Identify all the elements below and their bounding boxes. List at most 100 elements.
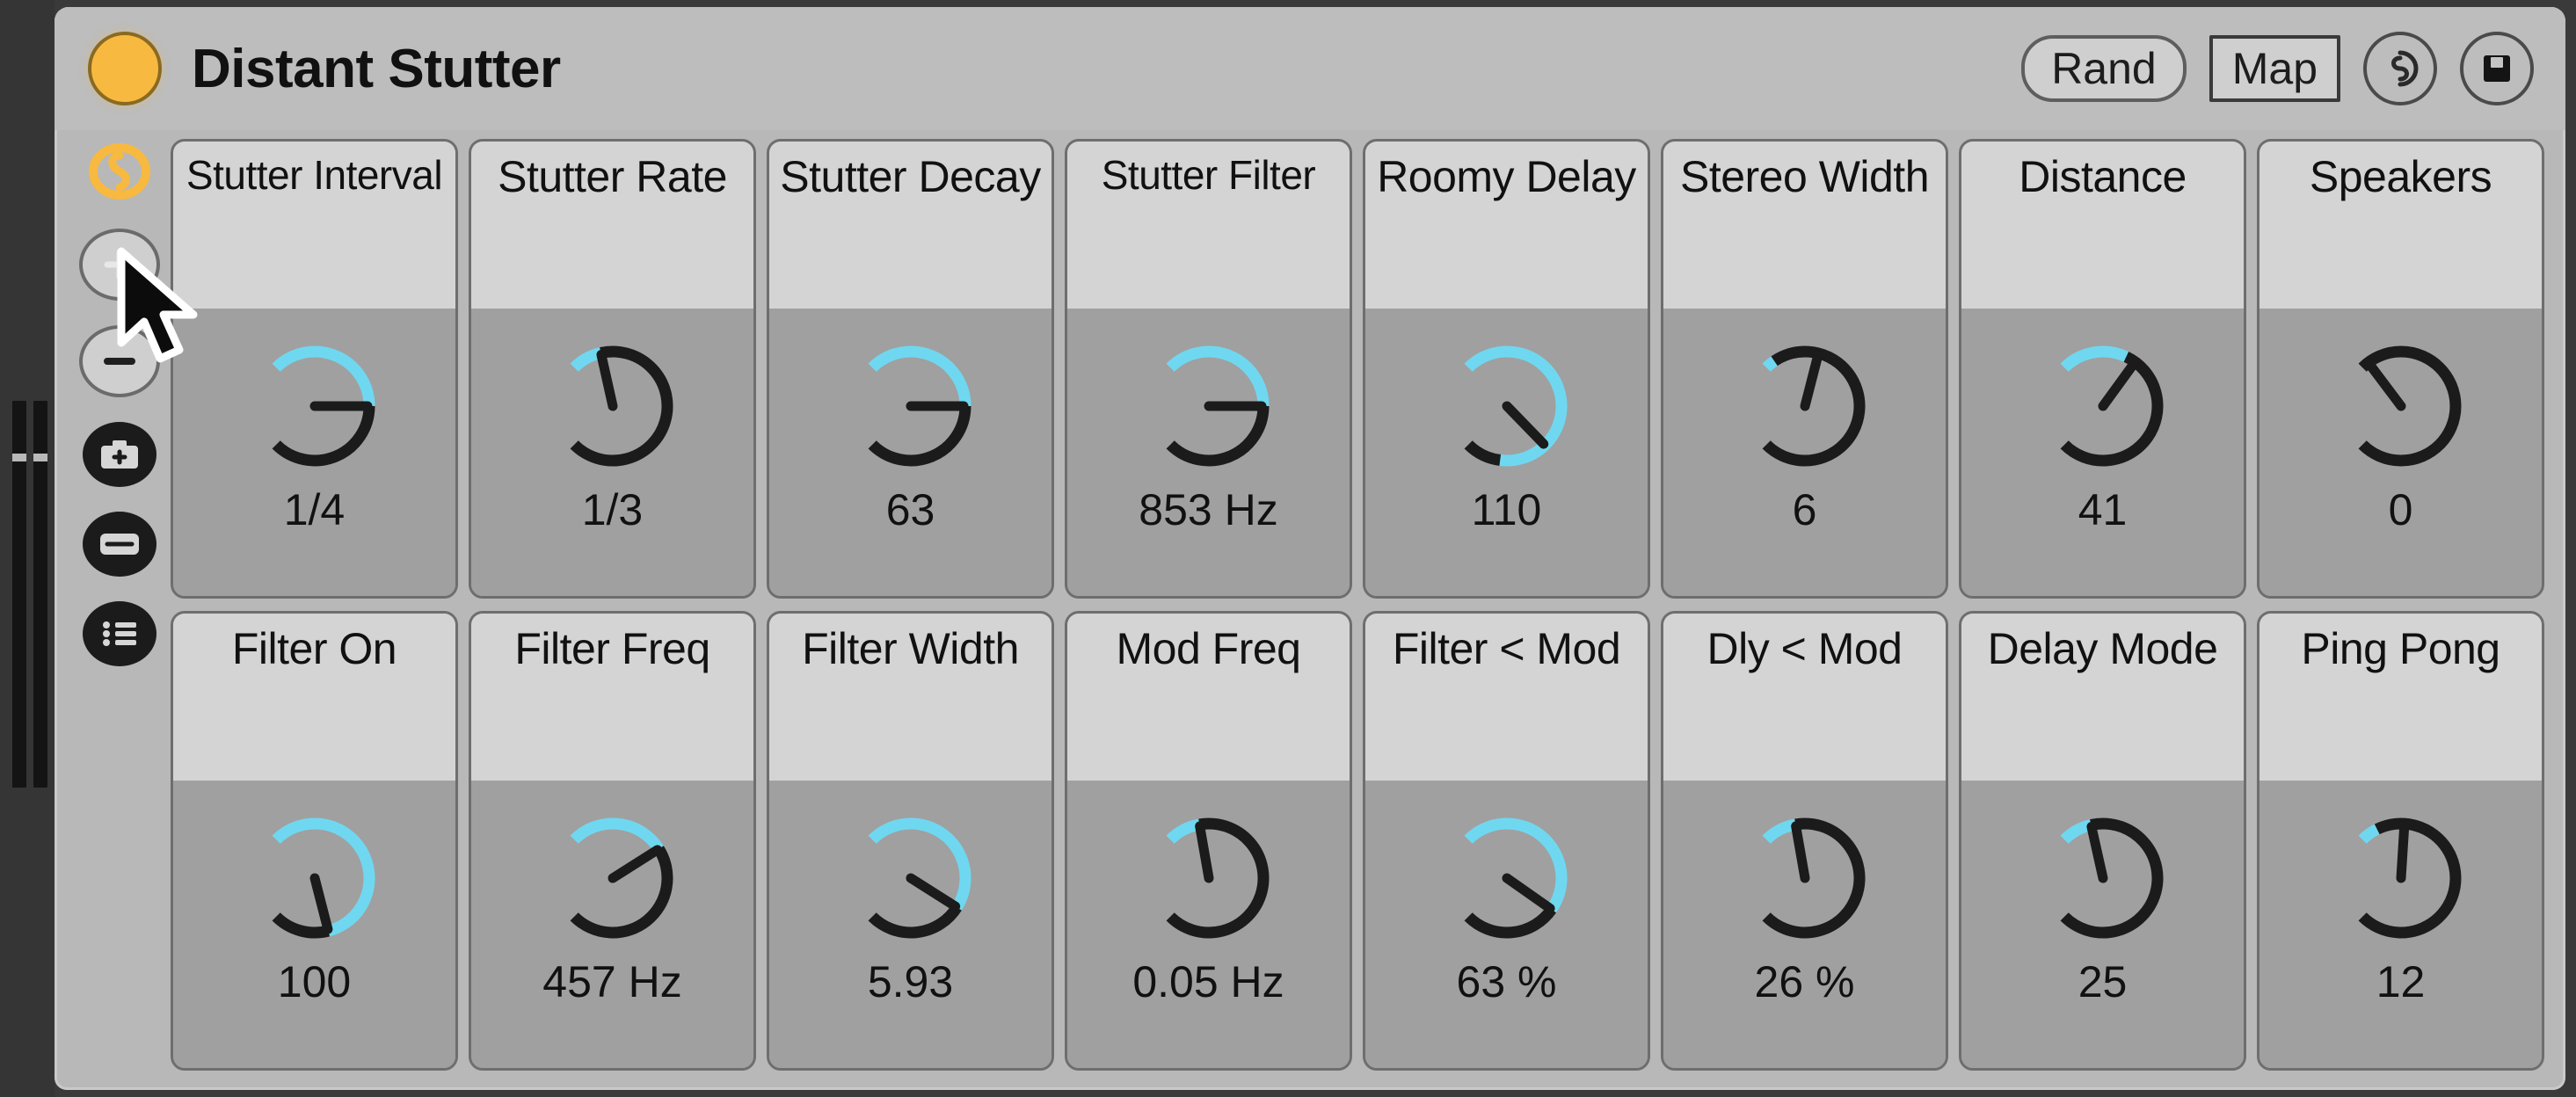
parameter-stereo-width[interactable]: Stereo Width 6 — [1661, 139, 1948, 599]
parameter-label: Stutter Interval — [173, 142, 455, 309]
knob-dial[interactable] — [1423, 795, 1590, 962]
parameter-stutter-decay[interactable]: Stutter Decay 63 — [767, 139, 1054, 599]
tool-rail — [77, 139, 162, 1071]
knob-dial[interactable] — [1125, 795, 1292, 962]
device-screenshot: Distant Stutter Rand Map Stutter Interva… — [0, 0, 2576, 1097]
parameter-value[interactable]: 63 % — [1457, 956, 1557, 1007]
knob-dial[interactable] — [231, 795, 398, 962]
parameter-value[interactable]: 26 % — [1755, 956, 1855, 1007]
parameter-value[interactable]: 12 — [2376, 956, 2426, 1007]
parameter-value[interactable]: 1/3 — [582, 484, 644, 535]
parameter-label: Distance — [1961, 142, 2244, 309]
parameter-body: 63 % — [1365, 781, 1648, 1068]
parameter-filter-freq[interactable]: Filter Freq 457 Hz — [469, 611, 756, 1071]
level-meter-tick — [12, 454, 26, 461]
rand-button[interactable]: Rand — [2021, 35, 2187, 102]
parameter-stutter-interval[interactable]: Stutter Interval 1/4 — [171, 139, 458, 599]
parameter-body: 41 — [1961, 309, 2244, 596]
parameter-value[interactable]: 457 Hz — [542, 956, 681, 1007]
titlebar-actions: Rand Map — [2021, 32, 2534, 105]
parameter-value[interactable]: 100 — [278, 956, 351, 1007]
knob-dial[interactable] — [1423, 323, 1590, 490]
parameter-value[interactable]: 63 — [886, 484, 935, 535]
device-titlebar: Distant Stutter Rand Map — [55, 7, 2565, 130]
parameter-value[interactable]: 0.05 Hz — [1132, 956, 1284, 1007]
parameter-label: Filter < Mod — [1365, 614, 1648, 781]
parameter-label: Stereo Width — [1663, 142, 1946, 309]
parameter-value[interactable]: 0 — [2389, 484, 2413, 535]
refresh-circle-icon[interactable] — [2363, 32, 2437, 105]
parameter-distance[interactable]: Distance 41 — [1959, 139, 2246, 599]
parameter-value[interactable]: 5.93 — [868, 956, 953, 1007]
knob-dial[interactable] — [1721, 795, 1888, 962]
parameter-stutter-filter[interactable]: Stutter Filter 853 Hz — [1065, 139, 1352, 599]
map-button[interactable]: Map — [2209, 35, 2340, 102]
device-title: Distant Stutter — [192, 38, 561, 99]
parameter-body: 457 Hz — [471, 781, 753, 1068]
parameter-label: Mod Freq — [1067, 614, 1350, 781]
parameter-body: 12 — [2259, 781, 2542, 1068]
parameter-body: 63 — [769, 309, 1052, 596]
parameter-grid: Stutter Interval 1/4 Stutter Rate 1/3 Stutte… — [171, 139, 2544, 1071]
knob-dial[interactable] — [529, 795, 696, 962]
power-swirl-icon[interactable] — [83, 139, 156, 204]
knob-dial[interactable] — [2019, 795, 2187, 962]
parameter-label: Filter Width — [769, 614, 1052, 781]
parameter-roomy-delay[interactable]: Roomy Delay 110 — [1363, 139, 1650, 599]
parameter-label: Dly < Mod — [1663, 614, 1946, 781]
parameter-ping-pong[interactable]: Ping Pong 12 — [2257, 611, 2544, 1071]
parameter-body: 1/4 — [173, 309, 455, 596]
parameter-body: 0.05 Hz — [1067, 781, 1350, 1068]
parameter-label: Stutter Rate — [471, 142, 753, 309]
knob-dial[interactable] — [529, 323, 696, 490]
parameter-label: Ping Pong — [2259, 614, 2542, 781]
knob-dial[interactable] — [2318, 323, 2485, 490]
parameter-value[interactable]: 6 — [1793, 484, 1817, 535]
parameter-filter-mod[interactable]: Filter < Mod 63 % — [1363, 611, 1650, 1071]
level-meter-left — [12, 401, 26, 788]
parameter-stutter-rate[interactable]: Stutter Rate 1/3 — [469, 139, 756, 599]
add-button[interactable] — [79, 229, 160, 301]
parameter-label: Roomy Delay — [1365, 142, 1648, 309]
knob-dial[interactable] — [1125, 323, 1292, 490]
device-panel: Distant Stutter Rand Map Stutter Interva… — [55, 7, 2565, 1090]
parameter-body: 110 — [1365, 309, 1648, 596]
parameter-body: 5.93 — [769, 781, 1052, 1068]
parameter-body: 1/3 — [471, 309, 753, 596]
parameter-label: Speakers — [2259, 142, 2542, 309]
rounded-bar-icon[interactable] — [83, 512, 156, 577]
parameter-value[interactable]: 853 Hz — [1139, 484, 1277, 535]
parameter-value[interactable]: 41 — [2078, 484, 2128, 535]
parameter-label: Delay Mode — [1961, 614, 2244, 781]
parameter-value[interactable]: 110 — [1472, 484, 1542, 535]
parameter-filter-on[interactable]: Filter On 100 — [171, 611, 458, 1071]
level-meter-right — [33, 401, 47, 788]
parameter-body: 100 — [173, 781, 455, 1068]
floppy-disk-icon[interactable] — [2460, 32, 2534, 105]
knob-dial[interactable] — [827, 323, 994, 490]
list-icon[interactable] — [83, 601, 156, 666]
knob-dial[interactable] — [231, 323, 398, 490]
knob-dial[interactable] — [827, 795, 994, 962]
parameter-mod-freq[interactable]: Mod Freq 0.05 Hz — [1065, 611, 1352, 1071]
parameter-speakers[interactable]: Speakers 0 — [2257, 139, 2544, 599]
knob-dial[interactable] — [1721, 323, 1888, 490]
parameter-body: 6 — [1663, 309, 1946, 596]
knob-dial[interactable] — [2318, 795, 2485, 962]
knob-dial[interactable] — [2019, 323, 2187, 490]
parameter-label: Stutter Decay — [769, 142, 1052, 309]
parameter-body: 25 — [1961, 781, 2244, 1068]
camera-plus-icon[interactable] — [83, 422, 156, 487]
remove-button[interactable] — [79, 325, 160, 397]
parameter-label: Filter On — [173, 614, 455, 781]
parameter-dly-mod[interactable]: Dly < Mod 26 % — [1661, 611, 1948, 1071]
parameter-delay-mode[interactable]: Delay Mode 25 — [1959, 611, 2246, 1071]
parameter-filter-width[interactable]: Filter Width 5.93 — [767, 611, 1054, 1071]
parameter-body: 853 Hz — [1067, 309, 1350, 596]
power-led-icon[interactable] — [88, 32, 162, 105]
parameter-value[interactable]: 1/4 — [284, 484, 346, 535]
parameter-body: 0 — [2259, 309, 2542, 596]
parameter-label: Filter Freq — [471, 614, 753, 781]
parameter-label: Stutter Filter — [1067, 142, 1350, 309]
parameter-value[interactable]: 25 — [2078, 956, 2128, 1007]
